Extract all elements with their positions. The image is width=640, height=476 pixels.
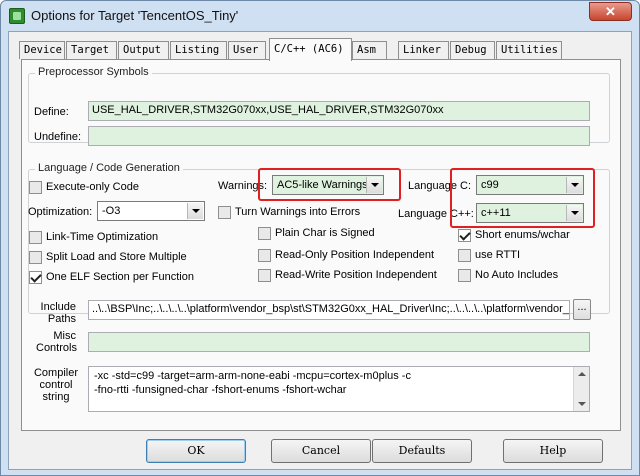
preprocessor-group-title: Preprocessor Symbols (35, 66, 152, 78)
one-elf-section-checkbox[interactable] (29, 271, 42, 284)
compiler-scrollbar[interactable] (573, 367, 589, 411)
compiler-control-label: Compiler control string (28, 367, 84, 403)
include-label-line2: Paths (47, 313, 76, 325)
undefine-label: Undefine: (34, 131, 82, 143)
highlight-language (450, 168, 595, 228)
rw-position-independent-label: Read-Write Position Independent (275, 269, 437, 281)
window-title: Options for Target 'TencentOS_Tiny' (31, 8, 239, 23)
title-bar[interactable]: Options for Target 'TencentOS_Tiny' ✕ (1, 1, 639, 31)
scroll-down-icon[interactable] (578, 402, 586, 406)
short-enums-label: Short enums/wchar (475, 229, 570, 241)
use-rtti-checkbox[interactable] (458, 249, 471, 262)
tab-target[interactable]: Target (66, 41, 117, 59)
compiler-label-line1: Compiler (33, 367, 78, 379)
one-elf-section-label: One ELF Section per Function (46, 271, 194, 283)
app-icon (9, 8, 25, 24)
compiler-control-textarea[interactable]: -xc -std=c99 -target=arm-arm-none-eabi -… (88, 366, 590, 412)
tab-user[interactable]: User (228, 41, 266, 59)
use-rtti-label: use RTTI (475, 249, 521, 261)
ok-button[interactable]: OK (146, 439, 246, 463)
defaults-button[interactable]: Defaults (372, 439, 472, 463)
ro-position-independent-checkbox[interactable] (258, 249, 271, 262)
split-load-store-label: Split Load and Store Multiple (46, 251, 187, 263)
compiler-line-2: -fno-rtti -funsigned-char -fshort-enums … (94, 384, 347, 396)
help-button[interactable]: Help (503, 439, 603, 463)
define-label: Define: (34, 106, 69, 118)
misc-controls-label: Misc Controls (36, 330, 77, 354)
misc-controls-input[interactable] (88, 332, 590, 352)
split-load-store-checkbox[interactable] (29, 251, 42, 264)
plain-char-signed-checkbox[interactable] (258, 227, 271, 240)
tab-device[interactable]: Device (19, 41, 65, 59)
tab-listing[interactable]: Listing (170, 41, 227, 59)
tab-output[interactable]: Output (118, 41, 169, 59)
misc-label-line2: Controls (36, 342, 77, 354)
tab-linker[interactable]: Linker (398, 41, 449, 59)
link-time-opt-checkbox[interactable] (29, 231, 42, 244)
compiler-label-line2: control (39, 379, 73, 391)
short-enums-checkbox[interactable] (458, 229, 471, 242)
cancel-button[interactable]: Cancel (271, 439, 371, 463)
tab-asm[interactable]: Asm (352, 41, 387, 59)
turn-warnings-errors-label: Turn Warnings into Errors (235, 206, 361, 218)
include-label-line1: Include (40, 301, 76, 313)
undefine-input[interactable] (88, 126, 590, 146)
link-time-opt-label: Link-Time Optimization (46, 231, 159, 243)
compiler-line-1: -xc -std=c99 -target=arm-arm-none-eabi -… (94, 370, 411, 382)
define-input[interactable]: USE_HAL_DRIVER,STM32G070xx,USE_HAL_DRIVE… (88, 101, 590, 121)
dialog-body: Device Target Output Listing User C/C++ … (8, 31, 632, 470)
execute-only-label: Execute-only Code (46, 181, 139, 193)
turn-warnings-errors-checkbox[interactable] (218, 206, 231, 219)
misc-label-line1: Misc (53, 330, 76, 342)
cpp-options-panel: Preprocessor Symbols Define: USE_HAL_DRI… (21, 59, 621, 431)
compiler-label-line3: string (42, 391, 70, 403)
optimization-label: Optimization: (28, 206, 93, 218)
include-paths-label: Include Paths (36, 301, 76, 325)
no-auto-includes-label: No Auto Includes (475, 269, 559, 281)
highlight-warnings (258, 168, 401, 201)
include-browse-button[interactable]: ... (573, 299, 591, 320)
ro-position-independent-label: Read-Only Position Independent (275, 249, 434, 261)
optimization-select[interactable]: -O3 (97, 201, 205, 221)
options-dialog-window: Options for Target 'TencentOS_Tiny' ✕ De… (0, 0, 640, 476)
close-button[interactable]: ✕ (589, 2, 632, 21)
chevron-down-icon[interactable] (187, 203, 203, 219)
include-paths-input[interactable]: ..\..\BSP\Inc;..\..\..\..\platform\vendo… (88, 300, 570, 320)
language-group-title: Language / Code Generation (35, 162, 183, 174)
no-auto-includes-checkbox[interactable] (458, 269, 471, 282)
tab-cpp-ac6[interactable]: C/C++ (AC6) (269, 38, 352, 61)
tab-debug[interactable]: Debug (450, 41, 495, 59)
tab-utilities[interactable]: Utilities (496, 41, 562, 59)
scroll-up-icon[interactable] (578, 372, 586, 376)
execute-only-checkbox[interactable] (29, 181, 42, 194)
rw-position-independent-checkbox[interactable] (258, 269, 271, 282)
plain-char-signed-label: Plain Char is Signed (275, 227, 375, 239)
optimization-value: -O3 (102, 205, 121, 217)
